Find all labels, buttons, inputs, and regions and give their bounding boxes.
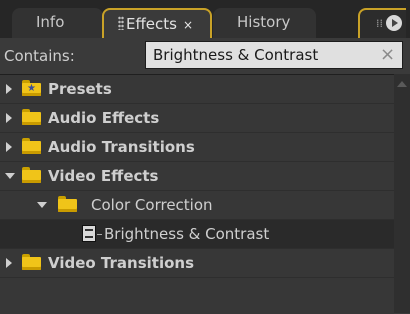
tree-item-label: Audio Transitions: [48, 138, 195, 156]
folder-icon: [22, 167, 41, 183]
tree-item-label: Audio Effects: [48, 109, 160, 127]
close-icon[interactable]: ×: [183, 18, 193, 32]
folder-icon: [58, 196, 77, 212]
tab-history[interactable]: History: [213, 8, 316, 38]
folder-icon: [22, 254, 41, 270]
tree-item-video-effects[interactable]: Video Effects: [0, 162, 394, 191]
tree-item-color-correction[interactable]: Color Correction: [0, 191, 394, 220]
panel-menu-arrow-icon[interactable]: [386, 15, 402, 31]
tree-item-presets[interactable]: ★ Presets: [0, 75, 394, 104]
expand-arrow-icon[interactable]: [6, 258, 12, 268]
tab-history-label: History: [237, 13, 291, 31]
contains-label: Contains:: [4, 47, 75, 65]
vertical-scrollbar[interactable]: [394, 74, 410, 313]
folder-icon: [22, 138, 41, 154]
drag-grip-icon[interactable]: [118, 16, 124, 30]
effects-tree: ★ Presets Audio Effects Audio Transition…: [0, 74, 394, 314]
panel-tab-bar: Info Effects × History ⁞⁞: [0, 0, 410, 38]
tree-item-audio-transitions[interactable]: Audio Transitions: [0, 133, 394, 162]
effect-tail-icon: [97, 234, 102, 235]
video-effect-icon: [82, 225, 96, 242]
collapse-arrow-icon[interactable]: [37, 202, 47, 208]
scroll-up-arrow-icon[interactable]: [397, 81, 407, 87]
expand-arrow-icon[interactable]: [6, 84, 12, 94]
tree-item-label: Brightness & Contrast: [104, 225, 270, 243]
tree-item-label: Color Correction: [91, 196, 213, 214]
tab-info-label: Info: [36, 13, 65, 31]
clear-search-icon[interactable]: ×: [380, 45, 395, 65]
tree-item-video-transitions[interactable]: Video Transitions: [0, 249, 394, 278]
tree-item-label: Video Transitions: [48, 254, 195, 272]
tree-item-brightness-contrast[interactable]: Brightness & Contrast: [0, 220, 394, 249]
preset-folder-icon: ★: [22, 80, 41, 96]
tab-info[interactable]: Info: [12, 8, 103, 38]
tree-item-label: Video Effects: [48, 167, 159, 185]
expand-arrow-icon[interactable]: [6, 113, 12, 123]
collapse-arrow-icon[interactable]: [5, 173, 15, 179]
panel-menu-button[interactable]: ⁞⁞: [358, 8, 406, 38]
search-row: Contains: ×: [0, 38, 410, 74]
tree-item-audio-effects[interactable]: Audio Effects: [0, 104, 394, 133]
star-icon: ★: [27, 83, 36, 94]
tab-effects[interactable]: Effects ×: [102, 8, 212, 38]
tab-effects-label: Effects: [126, 15, 177, 33]
folder-icon: [22, 109, 41, 125]
expand-arrow-icon[interactable]: [6, 142, 12, 152]
tree-item-label: Presets: [48, 80, 112, 98]
grip-dots-icon: ⁞⁞: [376, 17, 383, 30]
search-input[interactable]: [145, 41, 403, 69]
